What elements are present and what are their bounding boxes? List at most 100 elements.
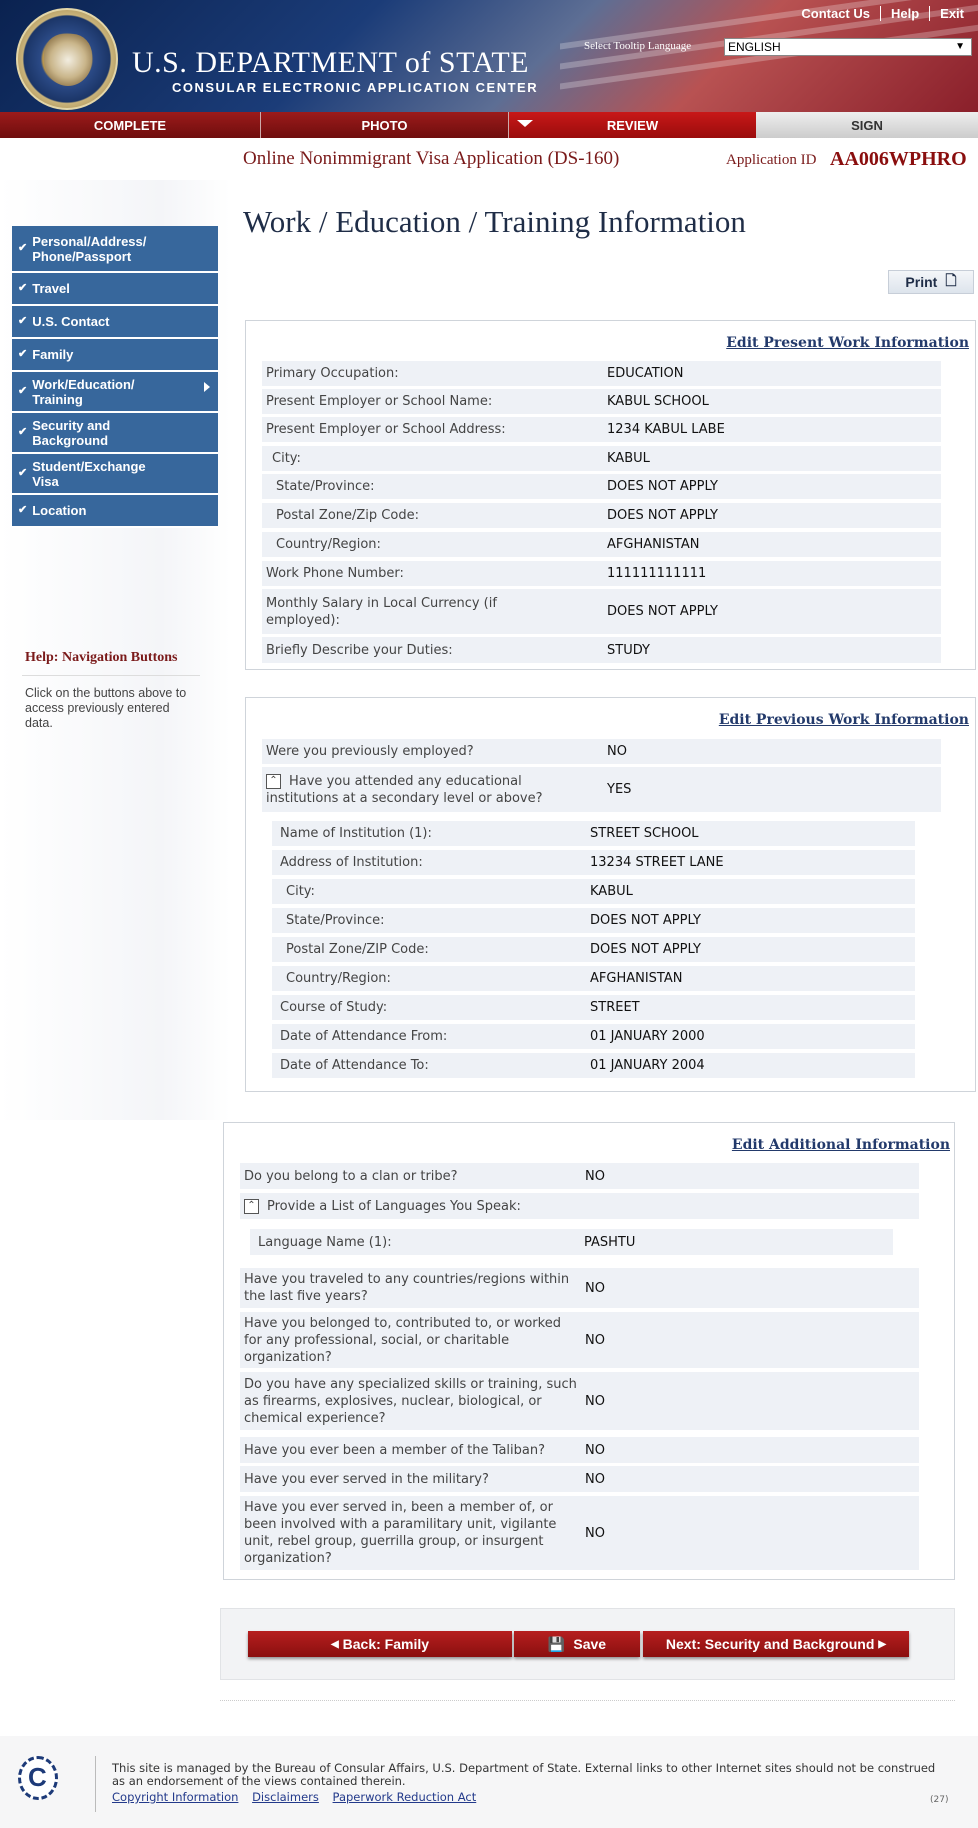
field-value: NO: [585, 1471, 605, 1487]
edit-additional-info-link[interactable]: Edit Additional Information: [732, 1137, 950, 1153]
field-label: Country/Region:: [272, 970, 562, 987]
field-label: State/Province:: [272, 912, 562, 929]
sidebar-item-travel[interactable]: ✔ Travel: [12, 273, 218, 306]
section-sidebar: ✔ Personal/Address/ Phone/Passport ✔ Trave…: [12, 226, 218, 528]
sidebar-item-family[interactable]: ✔ Family: [12, 339, 218, 372]
contact-us-link[interactable]: Contact Us: [791, 6, 880, 21]
field-value: NO: [585, 1280, 605, 1296]
detail-row: Have you ever served in the military? NO: [240, 1466, 919, 1492]
sidebar-item-work-education[interactable]: ✔ Work/Education/ Training: [12, 372, 218, 413]
field-label-text: Have you traveled to any countries/regio…: [244, 1272, 570, 1304]
collapse-icon[interactable]: ⌃: [244, 1198, 259, 1214]
current-step-caret-icon: [517, 120, 533, 127]
field-label-text: Work Phone Number:: [266, 566, 404, 581]
sidebar-item-label: U.S. Contact: [32, 314, 110, 329]
help-link[interactable]: Help: [879, 6, 929, 21]
field-value: AFGHANISTAN: [590, 971, 683, 986]
field-label: Monthly Salary in Local Currency (if emp…: [262, 595, 542, 629]
field-value: 01 JANUARY 2004: [590, 1058, 705, 1073]
field-label: City:: [272, 883, 562, 900]
field-value: 111111111111: [607, 566, 707, 581]
field-value: 01 JANUARY 2000: [590, 1029, 705, 1044]
department-title: U.S. DEPARTMENT of STATE: [132, 46, 530, 79]
site-header: U.S. DEPARTMENT of STATE CONSULAR ELECTR…: [0, 0, 978, 112]
field-value: DOES NOT APPLY: [607, 604, 718, 619]
field-label: Address of Institution:: [272, 854, 562, 871]
field-value: NO: [585, 1525, 605, 1541]
sidebar-item-label: Personal/Address/ Phone/Passport: [32, 233, 147, 264]
save-label: Save: [573, 1636, 607, 1652]
detail-row: Monthly Salary in Local Currency (if emp…: [262, 589, 941, 634]
field-label: City:: [262, 450, 552, 467]
field-label-text: Have you ever served in, been a member o…: [244, 1500, 557, 1566]
detail-row: Address of Institution: 13234 STREET LANE: [272, 850, 915, 875]
sidebar-item-student-exchange[interactable]: ✔ Student/Exchange Visa: [12, 454, 218, 495]
field-label: Have you ever served in, been a member o…: [240, 1499, 580, 1567]
application-id: AA006WPHRO: [830, 148, 967, 170]
field-value: STREET SCHOOL: [590, 826, 699, 841]
right-arrow-icon: ▶: [878, 1638, 887, 1650]
sidebar-item-label: Travel: [32, 281, 70, 296]
print-button[interactable]: Print 🗋: [888, 270, 974, 294]
sidebar-item-security[interactable]: ✔ Security and Background: [12, 413, 218, 454]
detail-row: Present Employer or School Address: 1234 …: [262, 417, 941, 442]
exit-link[interactable]: Exit: [929, 6, 974, 21]
tab-review[interactable]: REVIEW: [509, 112, 756, 138]
sidebar-item-location[interactable]: ✔ Location: [12, 495, 218, 528]
dropdown-arrow-icon: ▼: [955, 41, 965, 52]
edit-previous-work-link[interactable]: Edit Previous Work Information: [719, 712, 969, 728]
field-label: ⌃ Have you attended any educational insti…: [262, 773, 562, 807]
field-label: Present Employer or School Name:: [262, 393, 552, 410]
check-icon: ✔: [18, 504, 28, 516]
help-label: Help:: [25, 650, 59, 665]
tooltip-language-select[interactable]: ENGLISH ▼: [724, 38, 972, 56]
disclaimers-link[interactable]: Disclaimers: [252, 1790, 319, 1804]
field-label: Have you ever served in the military?: [240, 1471, 580, 1488]
tab-complete[interactable]: COMPLETE: [0, 112, 261, 138]
sidebar-item-us-contact[interactable]: ✔ U.S. Contact: [12, 306, 218, 339]
field-label: Do you belong to a clan or tribe?: [240, 1168, 530, 1185]
check-icon: ✔: [18, 348, 28, 360]
paperwork-reduction-link[interactable]: Paperwork Reduction Act: [333, 1790, 477, 1804]
field-value: DOES NOT APPLY: [590, 942, 701, 957]
detail-row: State/Province: DOES NOT APPLY: [272, 908, 915, 933]
save-icon: 💾: [547, 1635, 566, 1652]
field-label-text: City:: [286, 884, 315, 899]
footer-text: This site is managed by the Bureau of Co…: [112, 1761, 936, 1788]
tab-sign[interactable]: SIGN: [756, 112, 978, 138]
field-label: Present Employer or School Address:: [262, 421, 552, 438]
field-label-text: Course of Study:: [280, 1000, 388, 1015]
help-topic: Navigation Buttons: [61, 650, 178, 665]
back-button[interactable]: ◀ Back: Family: [248, 1631, 512, 1657]
language-value: ENGLISH: [728, 40, 781, 54]
tab-photo[interactable]: PHOTO: [261, 112, 509, 138]
next-button[interactable]: Next: Security and Background ▶: [643, 1631, 909, 1657]
field-value: AFGHANISTAN: [607, 537, 700, 552]
field-label: Date of Attendance To:: [272, 1057, 562, 1074]
collapse-icon[interactable]: ⌃: [266, 773, 281, 789]
print-label: Print: [905, 274, 938, 290]
field-label-text: Postal Zone/ZIP Code:: [286, 942, 429, 957]
field-label: Do you have any specialized skills or tr…: [240, 1376, 580, 1427]
field-label-text: Have you belonged to, contributed to, or…: [244, 1315, 561, 1365]
copyright-link[interactable]: Copyright Information: [112, 1790, 238, 1804]
field-value: EDUCATION: [607, 366, 684, 381]
field-label-text: Name of Institution (1):: [280, 826, 432, 841]
field-label-text: Briefly Describe your Duties:: [266, 642, 453, 658]
detail-row: Do you belong to a clan or tribe? NO: [240, 1163, 919, 1189]
sidebar-item-label: Location: [32, 503, 87, 518]
field-label: Work Phone Number:: [262, 565, 552, 582]
field-value: KABUL: [590, 884, 633, 899]
application-id-label: Application ID: [726, 152, 817, 168]
field-value: 13234 STREET LANE: [590, 855, 724, 870]
edit-present-work-link[interactable]: Edit Present Work Information: [726, 335, 969, 351]
field-label-text: Were you previously employed?: [266, 744, 474, 759]
field-label-text: Country/Region:: [286, 971, 391, 986]
sidebar-item-label: Work/Education/ Training: [32, 376, 135, 407]
field-label-text: Present Employer or School Name:: [266, 394, 493, 409]
save-button[interactable]: 💾 Save: [514, 1631, 640, 1657]
sidebar-item-personal[interactable]: ✔ Personal/Address/ Phone/Passport: [12, 226, 218, 273]
tab-complete-label: COMPLETE: [93, 117, 167, 133]
field-label: Have you traveled to any countries/regio…: [240, 1271, 580, 1305]
detail-row: City: KABUL: [272, 879, 915, 904]
